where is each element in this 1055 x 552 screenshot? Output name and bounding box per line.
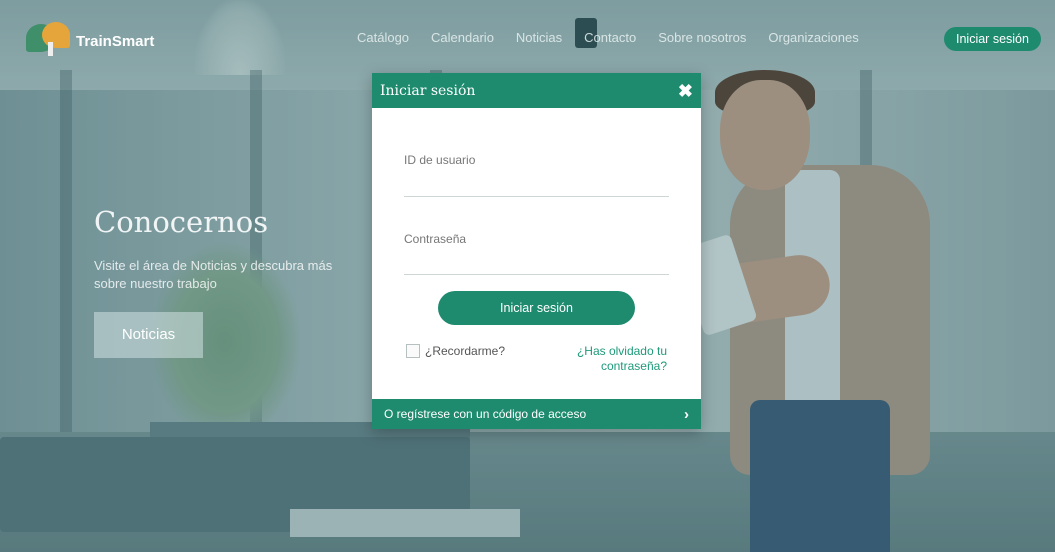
password-field — [404, 230, 669, 275]
logo-tree-icon — [26, 20, 72, 56]
forgot-password-link[interactable]: ¿Has olvidado tu contraseña? — [557, 344, 667, 374]
main-nav: Catálogo Calendario Noticias Contacto So… — [357, 30, 881, 45]
site-header: TrainSmart Catálogo Calendario Noticias … — [0, 0, 1055, 75]
remember-checkbox[interactable] — [406, 344, 420, 358]
nav-noticias[interactable]: Noticias — [516, 30, 562, 45]
hero-title: Conocernos — [94, 205, 269, 239]
remember-label: ¿Recordarme? — [425, 344, 506, 358]
login-submit-button[interactable]: Iniciar sesión — [438, 291, 635, 325]
nav-catalogo[interactable]: Catálogo — [357, 30, 409, 45]
nav-contacto[interactable]: Contacto — [584, 30, 636, 45]
password-input[interactable] — [404, 232, 669, 256]
nav-calendario[interactable]: Calendario — [431, 30, 494, 45]
header-login-button[interactable]: Iniciar sesión — [944, 27, 1041, 51]
nav-sobre-nosotros[interactable]: Sobre nosotros — [658, 30, 746, 45]
login-modal: Iniciar sesión ✖ Iniciar sesión ¿Recorda… — [372, 73, 701, 429]
modal-title: Iniciar sesión — [380, 82, 476, 99]
username-input[interactable] — [404, 153, 669, 177]
username-field — [404, 151, 669, 197]
remember-me[interactable]: ¿Recordarme? — [406, 344, 505, 358]
logo[interactable]: TrainSmart — [26, 20, 154, 56]
register-with-code-label: O regístrese con un código de acceso — [384, 407, 587, 421]
close-icon[interactable]: ✖ — [678, 82, 693, 100]
chevron-right-icon: › — [684, 405, 689, 423]
hero-text: Visite el área de Noticias y descubra má… — [94, 258, 333, 291]
nav-organizaciones[interactable]: Organizaciones — [768, 30, 858, 45]
register-with-code-bar[interactable]: O regístrese con un código de acceso › — [372, 399, 701, 429]
hero-news-button[interactable]: Noticias — [94, 312, 203, 358]
logo-text: TrainSmart — [76, 32, 155, 50]
modal-header: Iniciar sesión ✖ — [372, 73, 701, 108]
